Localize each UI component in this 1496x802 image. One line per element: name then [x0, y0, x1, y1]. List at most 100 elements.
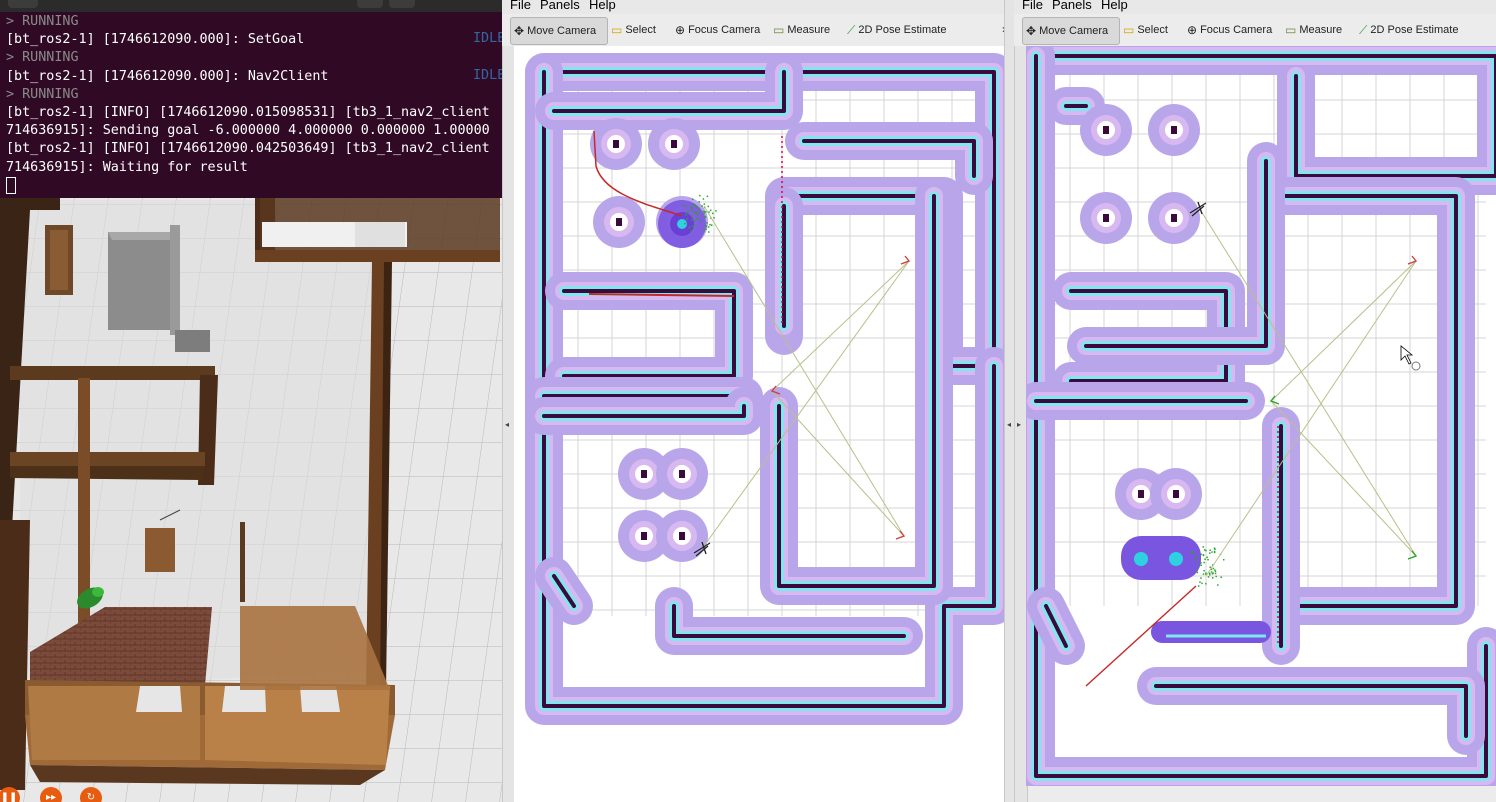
terminal-line-text: [bt_ros2-1] [1746612090.000]: Nav2Client [6, 69, 328, 84]
fast-forward-icon: ▸▸ [46, 792, 56, 802]
terminal-log-line: [bt_ros2-1] [1746612090.000]: SetGoal [6, 31, 490, 49]
particle-cloud-point [1217, 584, 1219, 586]
menu-panels[interactable]: Panels [1052, 0, 1092, 12]
particle-cloud-point [684, 223, 686, 225]
tool-focus-camera[interactable]: ⊕ Focus Camera [672, 17, 764, 43]
tool-label: Move Camera [1039, 25, 1108, 37]
terminal-menu-button[interactable] [357, 0, 383, 8]
particle-cloud-point [1198, 585, 1200, 587]
tool-2d-pose-estimate[interactable]: ⟋ 2D Pose Estimate [1356, 17, 1464, 43]
focus-camera-icon: ⊕ [675, 23, 685, 37]
tool-label: 2D Pose Estimate [858, 24, 946, 36]
particle-cloud-point [713, 217, 715, 219]
particle-cloud-point [705, 226, 707, 228]
tool-measure[interactable]: ▭ Measure [1282, 17, 1350, 43]
robot-center [1134, 552, 1148, 566]
particle-cloud-point [1205, 572, 1207, 574]
pillar-obstacle [641, 470, 647, 478]
particle-cloud-point [704, 216, 706, 218]
tool-2d-pose-estimate[interactable]: ⟋ 2D Pose Estimate [844, 17, 952, 43]
terminal-idle-status: IDLE [473, 31, 502, 46]
tool-move-camera[interactable]: ✥ Move Camera [510, 17, 608, 45]
pose-estimate-icon: ⟋ [847, 23, 855, 38]
particle-cloud-point [1194, 558, 1196, 560]
move-camera-icon: ✥ [514, 24, 524, 38]
menu-panels[interactable]: Panels [540, 0, 580, 12]
reset-button[interactable]: ↻ [80, 787, 102, 802]
particle-cloud-point [1204, 558, 1206, 560]
particle-cloud-point [686, 212, 688, 214]
particle-cloud-point [697, 218, 699, 220]
measure-icon: ▭ [773, 23, 784, 37]
right-panel-collapse-handle[interactable]: ◂ [1004, 0, 1014, 802]
particle-cloud-point [1223, 559, 1225, 561]
particle-cloud-point [1209, 550, 1211, 552]
toolbar-right: ✥ Move Camera ▭ Select ⊕ Focus Camera ▭ Measure… [1014, 14, 1496, 46]
particle-cloud-point [697, 214, 699, 216]
particle-cloud-point [683, 205, 685, 207]
rviz-window-right[interactable]: ▸ File Panels Help ✥ Move Camera ▭ Select ⊕ Foc… [1014, 0, 1496, 802]
pillar-obstacle [613, 140, 619, 148]
particle-cloud-point [685, 214, 687, 216]
particle-cloud-point [1203, 573, 1205, 575]
particle-cloud-point [698, 201, 700, 203]
select-icon: ▭ [1123, 23, 1134, 37]
toolbar-left: ✥ Move Camera ▭ Select ⊕ Focus Camera ▭ Measure… [502, 14, 1014, 46]
move-camera-icon: ✥ [1026, 24, 1036, 38]
pillar-obstacle [679, 470, 685, 478]
particle-cloud-point [1202, 546, 1204, 548]
tool-label: Focus Camera [1200, 24, 1272, 36]
particle-cloud-point [1192, 551, 1194, 553]
particle-cloud-point [701, 205, 703, 207]
map-viewport-right[interactable] [1026, 46, 1496, 786]
inflation-core [1286, 196, 1456, 606]
terminal-idle-status: IDLE [473, 68, 502, 83]
particle-cloud-point [1209, 573, 1211, 575]
particle-cloud-point [1209, 574, 1211, 576]
terminal-log-line: [bt_ros2-1] [1746612090.000]: Nav2Client [6, 68, 490, 86]
focus-camera-icon: ⊕ [1187, 23, 1197, 37]
particle-cloud-point [1200, 554, 1202, 556]
terminal-status-line: > RUNNING [6, 49, 490, 67]
terminal-log-line: 714636915]: Sending goal -6.000000 4.000… [6, 122, 490, 140]
pillar-obstacle [1103, 126, 1109, 134]
particle-cloud-point [1197, 572, 1199, 574]
gazebo-scene [0, 198, 502, 802]
tool-measure[interactable]: ▭ Measure [770, 17, 838, 43]
pillar-obstacle [679, 532, 685, 540]
terminal-minimize-button[interactable] [389, 0, 415, 8]
menu-help[interactable]: Help [589, 0, 616, 12]
particle-cloud-point [690, 231, 692, 233]
particle-cloud-point [691, 219, 693, 221]
particle-cloud-point [1196, 556, 1198, 558]
particle-cloud-point [703, 230, 705, 232]
menu-help[interactable]: Help [1101, 0, 1128, 12]
inflation-core [1156, 686, 1466, 736]
tool-select[interactable]: ▭ Select [608, 17, 666, 43]
particle-cloud-point [1193, 552, 1195, 554]
rviz-window-left[interactable]: ◂ File Panels Help ✥ Move Camera ▭ Select ⊕ Foc… [502, 0, 1014, 802]
step-button[interactable]: ▸▸ [40, 787, 62, 802]
terminal-cursor [6, 177, 16, 194]
particle-cloud-point [1215, 573, 1217, 575]
menu-file[interactable]: File [1022, 0, 1043, 12]
tool-select[interactable]: ▭ Select [1120, 17, 1178, 43]
map-viewport-left[interactable] [514, 46, 1004, 802]
terminal-log-line: [bt_ros2-1] [INFO] [1746612090.015098531… [6, 104, 490, 122]
gazebo-3d-view[interactable]: ❚❚ ▸▸ ↻ [0, 198, 502, 802]
particle-cloud-point [1214, 549, 1216, 551]
inflation-band [1286, 196, 1456, 606]
terminal-window[interactable]: > RUNNING [bt_ros2-1] [1746612090.000]: S… [0, 0, 502, 198]
select-icon: ▭ [611, 23, 622, 37]
terminal-tab-button[interactable] [8, 0, 38, 8]
terminal-line-text: > RUNNING [6, 14, 79, 29]
particle-cloud-point [1215, 571, 1217, 573]
terminal-status-line: > RUNNING [6, 86, 490, 104]
particle-cloud-point [690, 207, 692, 209]
particle-cloud-point [705, 228, 707, 230]
tool-focus-camera[interactable]: ⊕ Focus Camera [1184, 17, 1276, 43]
terminal-status-line: > RUNNING [6, 13, 490, 31]
tool-move-camera[interactable]: ✥ Move Camera [1022, 17, 1120, 45]
measure-icon: ▭ [1285, 23, 1296, 37]
menu-file[interactable]: File [510, 0, 531, 12]
